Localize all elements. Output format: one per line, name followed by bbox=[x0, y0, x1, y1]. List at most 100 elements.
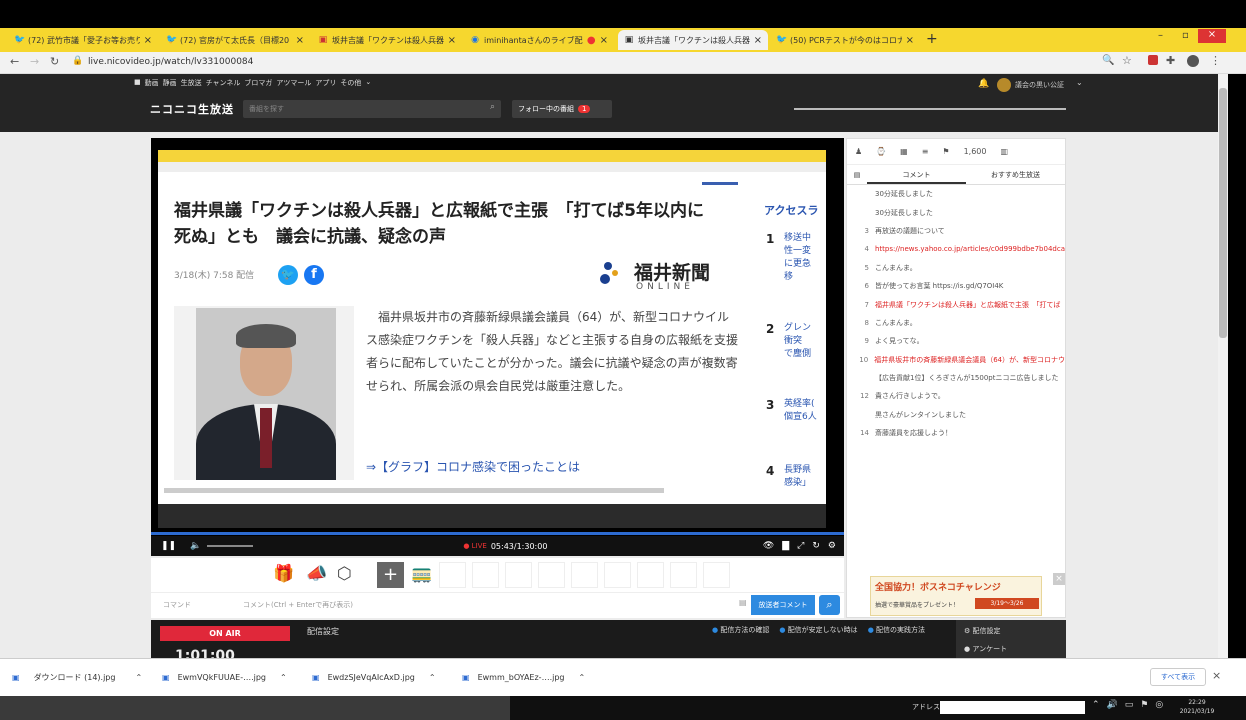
system-clock[interactable]: 22:29 2021/03/19 bbox=[1172, 698, 1222, 716]
help-link[interactable]: ● 配信方法の確認 bbox=[712, 625, 769, 635]
comment-row[interactable]: 10 福井県坂井市の斉藤新緑県議会議員（64）が、新型コロナウ bbox=[847, 351, 1065, 369]
download-item[interactable]: ▣ EwmVQkFUUAE-….jpg ⌃ bbox=[162, 668, 287, 686]
comment-row[interactable]: 30分延長しました bbox=[847, 203, 1065, 221]
help-link[interactable]: ● 配信が安定しない時は bbox=[779, 625, 857, 635]
user-avatar[interactable] bbox=[997, 78, 1011, 92]
comment-row[interactable]: 【広告貢献1位】くろぎさんが1500ptニコニ広告しました bbox=[847, 369, 1065, 387]
nav-item[interactable]: 静画 bbox=[163, 78, 177, 88]
chevron-up-icon[interactable]: ⌃ bbox=[578, 673, 585, 682]
chat-icon[interactable]: ▤ bbox=[847, 165, 867, 184]
extension-icon[interactable] bbox=[1148, 55, 1158, 65]
reload-icon[interactable]: ↻ bbox=[812, 541, 820, 551]
browser-tab[interactable]: 🐦 (72) 官房がて太氏長（目標20 × bbox=[160, 30, 310, 50]
close-tab-icon[interactable]: × bbox=[600, 35, 608, 46]
minimize-button[interactable]: – bbox=[1158, 30, 1163, 41]
comment-row[interactable]: 6 皆が使ってお言葉 https://is.gd/Q7OI4K bbox=[847, 277, 1065, 295]
comment-row[interactable]: 14 斎藤議員を応援しよう！ bbox=[847, 424, 1065, 442]
menu-broadcast-settings[interactable]: ⚙ 配信設定 bbox=[956, 620, 1066, 642]
ime-icon[interactable]: ◎ bbox=[1155, 700, 1163, 710]
notification-bell-icon[interactable]: 🔔 bbox=[978, 79, 989, 89]
close-icon[interactable]: × bbox=[1212, 669, 1221, 682]
nav-item[interactable]: チャンネル bbox=[206, 78, 241, 88]
username[interactable]: 議会の黒い公証 bbox=[1015, 80, 1064, 90]
browser-tab[interactable]: 🐦 (50) PCRテストが今のはコロナ封 × bbox=[770, 30, 920, 50]
game-box-icon[interactable]: ⬡ bbox=[337, 564, 352, 584]
comment-input[interactable]: コメント(Ctrl + Enterで再び表示) bbox=[243, 600, 353, 610]
gear-icon[interactable]: ⚙ bbox=[828, 541, 836, 551]
close-tab-icon[interactable]: × bbox=[448, 35, 456, 46]
network-icon[interactable]: ▭ bbox=[1125, 700, 1134, 710]
forward-icon[interactable]: → bbox=[30, 55, 39, 68]
download-item[interactable]: ▣ EwdzSJeVqAIcAxD.jpg ⌃ bbox=[312, 668, 436, 686]
comment-list[interactable]: 30分延長しました 30分延長しました 3 再放送の議題について 4 https://ne… bbox=[847, 185, 1065, 442]
speaker-icon[interactable]: 🔊 bbox=[1107, 700, 1118, 710]
close-tab-icon[interactable]: × bbox=[754, 35, 762, 46]
menu-survey[interactable]: ● アンケート bbox=[956, 642, 1066, 656]
command-input[interactable]: コマンド bbox=[163, 600, 191, 610]
close-ad-icon[interactable]: × bbox=[1053, 573, 1065, 585]
template-icon[interactable]: ▤ bbox=[739, 598, 747, 607]
calendar-icon[interactable]: ▥ bbox=[1000, 147, 1008, 156]
volume-icon[interactable]: 🔈 bbox=[190, 541, 201, 551]
nav-item[interactable]: 動画 bbox=[145, 78, 159, 88]
taskbar-address-input[interactable] bbox=[940, 701, 1085, 714]
comment-row[interactable]: 3 再放送の議題について bbox=[847, 222, 1065, 240]
close-tab-icon[interactable]: × bbox=[906, 35, 914, 46]
close-tab-icon[interactable]: × bbox=[296, 35, 304, 46]
eye-icon[interactable]: 👁 bbox=[763, 541, 774, 551]
nav-item[interactable]: その他 bbox=[340, 78, 361, 88]
home-icon[interactable]: ■ bbox=[134, 78, 141, 88]
search-icon[interactable]: ⌕ bbox=[819, 595, 840, 615]
profile-avatar[interactable] bbox=[1187, 55, 1199, 67]
chevron-up-icon[interactable]: ⌃ bbox=[429, 673, 436, 682]
puzzle-icon[interactable]: ✚ bbox=[1166, 54, 1175, 67]
chevron-up-icon[interactable]: ⌃ bbox=[135, 673, 142, 682]
comment-row[interactable]: 9 よく見ってな。 bbox=[847, 332, 1065, 350]
ad-megaphone-icon[interactable]: 📣 bbox=[306, 564, 327, 584]
comment-row[interactable]: 7 福井県議「ワクチンは殺人兵器」と広報紙で主張 「打てば bbox=[847, 295, 1065, 313]
comment-row[interactable]: 30分延長しました bbox=[847, 185, 1065, 203]
help-link[interactable]: ● 配信の実践方法 bbox=[868, 625, 925, 635]
browser-tab[interactable]: 🐦 (72) 武竹市議「愛子お等お売り付 × bbox=[8, 30, 158, 50]
comment-row[interactable]: 12 貴さん行きしようで。 bbox=[847, 387, 1065, 405]
fullscreen-icon[interactable]: ⤢ bbox=[797, 541, 804, 551]
tab-recommended[interactable]: おすすめ生放送 bbox=[966, 165, 1065, 184]
scrollbar-thumb[interactable] bbox=[1219, 88, 1227, 338]
comment-row[interactable]: 4 https://news.yahoo.co.jp/articles/c0d99… bbox=[847, 240, 1065, 258]
box-icon[interactable]: ▦ bbox=[900, 147, 908, 156]
zoom-icon[interactable]: 🔍 bbox=[1102, 55, 1114, 66]
url-field[interactable]: live.nicovideo.jp/watch/lv331000084 bbox=[88, 57, 253, 67]
niconico-logo[interactable]: ニコニコ生放送 bbox=[150, 101, 234, 117]
nav-item[interactable]: アプリ bbox=[315, 78, 336, 88]
broadcaster-comment-button[interactable]: 放送者コメント bbox=[751, 595, 815, 615]
count-icon[interactable]: ⌚ bbox=[876, 147, 886, 156]
maximize-button[interactable]: ▫ bbox=[1182, 30, 1189, 41]
pause-icon[interactable]: ❚❚ bbox=[161, 541, 176, 551]
list-icon[interactable]: ≡ bbox=[922, 147, 929, 156]
comment-toggle-icon[interactable]: ▇ bbox=[782, 541, 789, 551]
following-programs-button[interactable]: フォロー中の番組 1 bbox=[512, 100, 612, 118]
browser-tab[interactable]: ▣坂井吉議「ワクチンは殺人兵器」に広× bbox=[312, 30, 462, 50]
page-scrollbar[interactable] bbox=[1218, 74, 1228, 658]
user-icon[interactable]: ♟ bbox=[855, 147, 862, 156]
download-item[interactable]: ▣ ダウンロード (14).jpg ⌃ bbox=[12, 668, 142, 686]
comment-row[interactable]: 黒さんがレンタインしました bbox=[847, 406, 1065, 424]
chevron-down-icon[interactable]: ⌄ bbox=[1076, 78, 1083, 87]
volume-slider[interactable] bbox=[207, 545, 254, 547]
reload-icon[interactable]: ↻ bbox=[50, 55, 59, 68]
nav-item[interactable]: 生放送 bbox=[181, 78, 202, 88]
show-all-downloads-button[interactable]: すべて表示 bbox=[1150, 668, 1206, 686]
flag-icon[interactable]: ⚑ bbox=[1140, 700, 1148, 710]
browser-tab-active[interactable]: ▣坂井吉議「ワクチンは殺人兵器」に広× bbox=[618, 30, 768, 50]
nav-item[interactable]: アツマール bbox=[276, 78, 311, 88]
seek-bar[interactable] bbox=[151, 532, 844, 535]
new-tab-button[interactable]: + bbox=[926, 31, 938, 47]
comment-row[interactable]: 5 こんまんま。 bbox=[847, 259, 1065, 277]
back-icon[interactable]: ← bbox=[10, 55, 19, 68]
chevron-up-icon[interactable]: ⌃ bbox=[280, 673, 287, 682]
bookmark-star-icon[interactable]: ☆ bbox=[1122, 54, 1132, 67]
close-window-button[interactable]: × bbox=[1198, 29, 1226, 43]
gift-icon[interactable]: 🎁 bbox=[273, 564, 294, 584]
train-icon[interactable]: 🚃 bbox=[411, 564, 432, 584]
download-item[interactable]: ▣ Ewmm_bOYAEz-….jpg ⌃ bbox=[462, 668, 585, 686]
